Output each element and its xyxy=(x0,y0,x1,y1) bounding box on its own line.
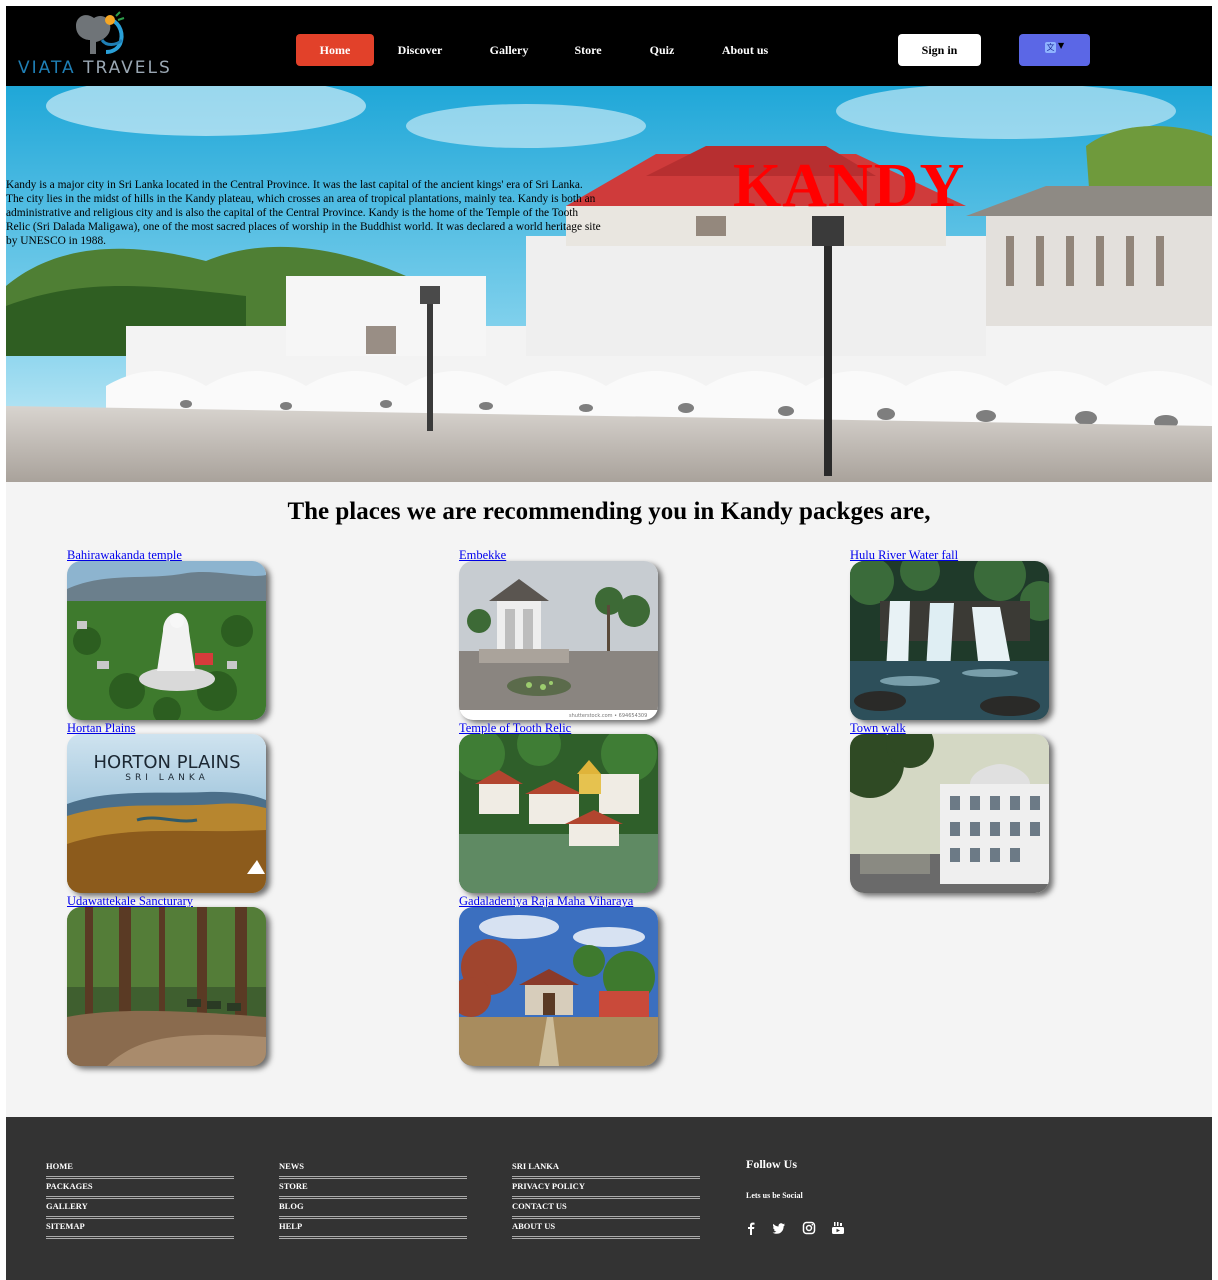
temple-of-tooth-relic-image[interactable] xyxy=(459,734,658,893)
facebook-icon[interactable] xyxy=(744,1221,758,1235)
nav-store[interactable]: Store xyxy=(568,34,608,66)
footer-link-privacy-policy[interactable]: PRIVACY POLICY xyxy=(512,1179,700,1199)
footer-link-sri-lanka[interactable]: SRI LANKA xyxy=(512,1159,700,1179)
footer-link-news[interactable]: NEWS xyxy=(279,1159,467,1179)
footer-link-contact-us[interactable]: CONTACT US xyxy=(512,1199,700,1219)
place-card: Gadaladeniya Raja Maha Viharaya xyxy=(459,894,669,1069)
nav-discover[interactable]: Discover xyxy=(390,34,450,66)
place-card: Udawattekale Sancturary xyxy=(67,894,277,1069)
language-select-button[interactable]: 文 ▼ xyxy=(1019,34,1090,66)
embekke-image[interactable]: shutterstock.com • 694654309 xyxy=(459,561,658,720)
footer-link-gallery[interactable]: GALLERY xyxy=(46,1199,234,1219)
footer-column-3: SRI LANKA PRIVACY POLICY CONTACT US ABOU… xyxy=(512,1159,700,1239)
caret-down-icon: ▼ xyxy=(1058,41,1065,50)
nav-about-us[interactable]: About us xyxy=(716,34,774,66)
page: VIATA TRAVELS Home Discover Gallery Stor… xyxy=(6,6,1212,1280)
navbar: VIATA TRAVELS Home Discover Gallery Stor… xyxy=(6,6,1212,86)
follow-us-subtitle: Lets us be Social xyxy=(746,1191,803,1200)
place-card: Hulu River Water fall xyxy=(850,548,1060,723)
nav-gallery[interactable]: Gallery xyxy=(482,34,536,66)
place-card: Town walk xyxy=(850,721,1060,896)
translate-icon: 文 xyxy=(1045,42,1056,53)
udawattekale-sanctuary-image[interactable] xyxy=(67,907,266,1066)
nav-home[interactable]: Home xyxy=(296,34,374,66)
town-walk-image[interactable] xyxy=(850,734,1049,893)
logo-text-secondary: TRAVELS xyxy=(83,58,172,78)
logo[interactable]: VIATA TRAVELS xyxy=(16,10,186,80)
footer-column-2: NEWS STORE BLOG HELP xyxy=(279,1159,467,1239)
hero-banner: KANDY Kandy is a major city in Sri Lanka… xyxy=(6,86,1212,482)
horton-plains-image-title: HORTON PLAINS xyxy=(93,752,240,773)
embekke-watermark: shutterstock.com • 694654309 xyxy=(569,713,647,719)
hero-description: Kandy is a major city in Sri Lanka locat… xyxy=(6,179,601,247)
footer-link-blog[interactable]: BLOG xyxy=(279,1199,467,1219)
logo-text-primary: VIATA xyxy=(18,58,76,78)
place-card: Temple of Tooth Relic xyxy=(459,721,669,896)
follow-us-title: Follow Us xyxy=(746,1157,797,1171)
footer: HOME PACKAGES GALLERY SITEMAP NEWS STORE… xyxy=(6,1117,1212,1280)
horton-plains-image[interactable]: HORTON PLAINS SRI LANKA xyxy=(67,734,266,893)
footer-link-about-us[interactable]: ABOUT US xyxy=(512,1219,700,1239)
temple-of-tooth-hero-image xyxy=(6,86,1212,482)
sign-in-button[interactable]: Sign in xyxy=(898,34,981,66)
footer-link-sitemap[interactable]: SITEMAP xyxy=(46,1219,234,1239)
youtube-icon[interactable] xyxy=(831,1221,845,1235)
footer-link-home[interactable]: HOME xyxy=(46,1159,234,1179)
footer-link-help[interactable]: HELP xyxy=(279,1219,467,1239)
footer-column-1: HOME PACKAGES GALLERY SITEMAP xyxy=(46,1159,234,1239)
bahirawakanda-temple-image[interactable] xyxy=(67,561,266,720)
hulu-river-waterfall-image[interactable] xyxy=(850,561,1049,720)
footer-link-packages[interactable]: PACKAGES xyxy=(46,1179,234,1199)
place-card: Hortan Plains HORTON PLAINS SRI LANKA xyxy=(67,721,277,896)
nav-quiz[interactable]: Quiz xyxy=(644,34,680,66)
section-title: The places we are recommending you in Ka… xyxy=(287,498,931,525)
footer-link-store[interactable]: STORE xyxy=(279,1179,467,1199)
logo-text: VIATA TRAVELS xyxy=(18,58,172,78)
horton-plains-image-subtitle: SRI LANKA xyxy=(125,773,209,783)
place-card: Embekke shutterstock.com • 694654309 xyxy=(459,548,669,723)
twitter-icon[interactable] xyxy=(772,1221,786,1235)
gadaladeniya-viharaya-image[interactable] xyxy=(459,907,658,1066)
hero-title: KANDY xyxy=(733,152,966,220)
place-card: Bahirawakanda temple xyxy=(67,548,277,723)
elephant-logo-icon xyxy=(76,11,125,54)
instagram-icon[interactable] xyxy=(802,1221,816,1235)
